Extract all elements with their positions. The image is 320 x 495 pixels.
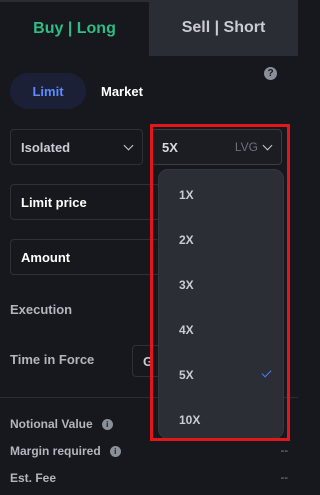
tab-buy-long[interactable]: Buy | Long <box>0 0 149 56</box>
margin-mode-value: Isolated <box>21 139 71 155</box>
chevron-down-icon <box>123 140 134 150</box>
help-icon[interactable]: ? <box>264 67 277 80</box>
margin-mode-select[interactable]: Isolated <box>10 129 143 165</box>
margin-required-value: -- <box>280 445 288 457</box>
info-icon[interactable]: i <box>109 445 121 457</box>
order-type-limit[interactable]: Limit <box>10 73 86 109</box>
margin-required-label: Margin required <box>10 444 101 458</box>
highlight-box <box>150 124 290 441</box>
info-icon[interactable]: i <box>101 418 113 430</box>
margin-required-row: Margin required i <box>10 444 121 458</box>
est-fee-label: Est. Fee <box>10 471 57 485</box>
side-tabs: Buy | Long Sell | Short <box>0 0 298 56</box>
order-type-market[interactable]: Market <box>101 84 143 99</box>
tab-sell-short[interactable]: Sell | Short <box>149 0 298 56</box>
execution-label: Execution <box>10 302 73 317</box>
limit-price-input[interactable]: Limit price <box>10 184 160 220</box>
order-type-selector: Limit Market <box>10 73 143 109</box>
est-fee-row: Est. Fee <box>10 471 56 485</box>
notional-value-row: Notional Value i <box>10 417 113 431</box>
notional-value-label: Notional Value <box>10 417 93 431</box>
time-in-force-label: Time in Force <box>10 352 95 367</box>
est-fee-value: -- <box>280 472 288 484</box>
amount-input[interactable]: Amount <box>10 239 160 275</box>
